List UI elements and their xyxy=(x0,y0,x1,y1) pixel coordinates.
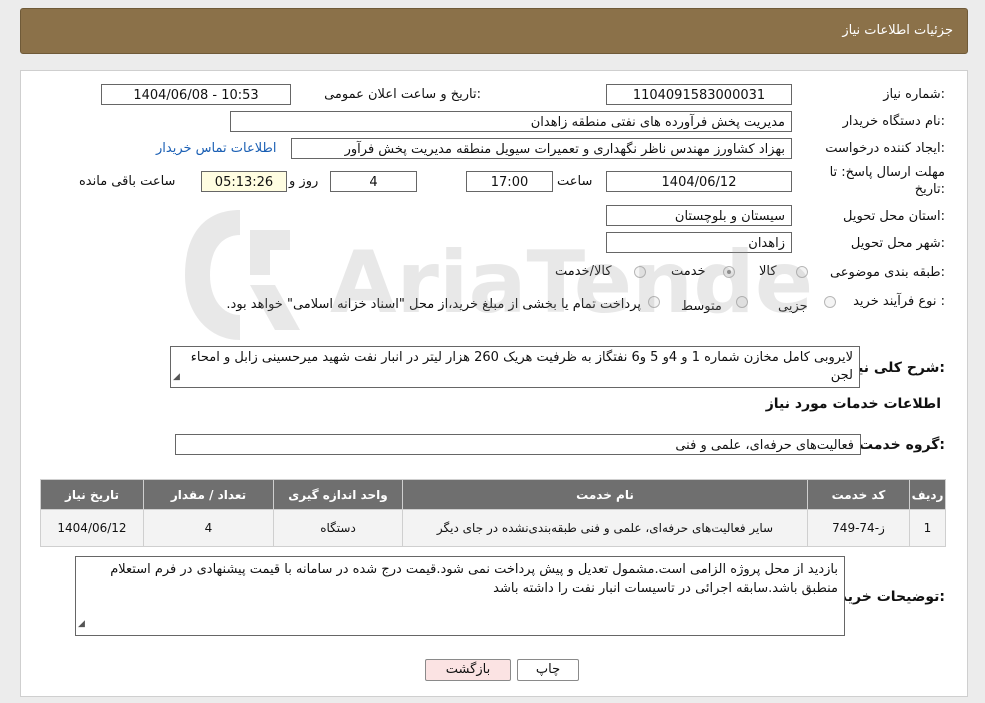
resize-grip-icon[interactable]: ◢ xyxy=(78,615,85,634)
buyer-notes-text: بازدید از محل پروژه الزامی است.مشمول تعد… xyxy=(110,562,838,596)
buyer-org-label: نام دستگاه خریدار: xyxy=(842,114,945,129)
services-heading: اطلاعات خدمات مورد نیاز xyxy=(765,396,941,412)
need-number-label: شماره نیاز: xyxy=(883,87,945,102)
cell-qty: 4 xyxy=(143,509,274,547)
days-label: روز و xyxy=(289,174,319,189)
col-row-header: ردیف xyxy=(909,479,946,510)
buyer-notes-textarea[interactable]: بازدید از محل پروژه الزامی است.مشمول تعد… xyxy=(75,556,845,636)
col-unit-header: واحد اندازه گیری xyxy=(273,479,403,510)
deadline-date-field: 1404/06/12 xyxy=(606,171,792,192)
city-field: زاهدان xyxy=(606,232,792,253)
service-group-field: فعالیت‌های حرفه‌ای، علمی و فنی xyxy=(175,434,861,455)
buyer-contact-link[interactable]: اطلاعات تماس خریدار xyxy=(156,141,276,156)
need-number-field: 1104091583000031 xyxy=(606,84,792,105)
category-goods-service-label: کالا/خدمت xyxy=(555,264,612,279)
buyer-org-field: مدیریت پخش فرآورده های نفتی منطقه زاهدان xyxy=(230,111,792,132)
cell-name: سایر فعالیت‌های حرفه‌ای، علمی و فنی طبقه… xyxy=(402,509,808,547)
deadline-time-field: 17:00 xyxy=(466,171,553,192)
category-goods-radio[interactable] xyxy=(796,266,808,278)
announce-date-label: تاریخ و ساعت اعلان عمومی: xyxy=(324,87,481,102)
process-small-radio[interactable] xyxy=(824,296,836,308)
process-medium-radio[interactable] xyxy=(736,296,748,308)
province-label: استان محل تحویل: xyxy=(843,209,945,224)
province-field: سیستان و بلوچستان xyxy=(606,205,792,226)
creator-label: ایجاد کننده درخواست: xyxy=(825,141,945,156)
col-qty-header: تعداد / مقدار xyxy=(143,479,274,510)
table-row: 1 ز-74-749 سایر فعالیت‌های حرفه‌ای، علمی… xyxy=(40,509,946,547)
summary-textarea[interactable]: لایروبی کامل مخازن شماره 1 و 4و 5 و6 نفت… xyxy=(170,346,860,388)
announce-date-field: 1404/06/08 - 10:53 xyxy=(101,84,291,105)
table-header-row: ردیف کد خدمت نام خدمت واحد اندازه گیری ت… xyxy=(40,479,946,510)
creator-field: بهزاد کشاورز مهندس ناظر نگهداری و تعمیرا… xyxy=(291,138,792,159)
process-treasury-checkbox[interactable] xyxy=(648,296,660,308)
services-table: ردیف کد خدمت نام خدمت واحد اندازه گیری ت… xyxy=(40,479,946,547)
time-label: ساعت xyxy=(557,174,593,189)
col-name-header: نام خدمت xyxy=(402,479,808,510)
page-title: جزئیات اطلاعات نیاز xyxy=(842,23,953,38)
back-button[interactable]: بازگشت xyxy=(425,659,511,681)
deadline-label: مهلت ارسال پاسخ: تا xyxy=(829,165,945,180)
service-group-label: گروه خدمت: xyxy=(859,437,945,453)
category-goods-service-radio[interactable] xyxy=(634,266,646,278)
col-code-header: کد خدمت xyxy=(807,479,910,510)
summary-text: لایروبی کامل مخازن شماره 1 و 4و 5 و6 نفت… xyxy=(190,350,853,383)
details-panel: شماره نیاز: 1104091583000031 تاریخ و ساع… xyxy=(20,70,968,697)
cell-date: 1404/06/12 xyxy=(40,509,144,547)
print-button[interactable]: چاپ xyxy=(517,659,579,681)
remaining-time-field: 05:13:26 xyxy=(201,171,287,192)
cell-unit: دستگاه xyxy=(273,509,403,547)
deadline-date-label: تاریخ: xyxy=(914,182,945,197)
days-field: 4 xyxy=(330,171,417,192)
process-small-label: جزیی xyxy=(778,299,808,314)
city-label: شهر محل تحویل: xyxy=(850,236,945,251)
process-treasury-note: پرداخت تمام یا بخشی از مبلغ خرید،از محل … xyxy=(226,297,641,312)
remaining-time-label: ساعت باقی مانده xyxy=(79,174,176,189)
page-header: جزئیات اطلاعات نیاز xyxy=(20,8,968,54)
category-label: طبقه بندی موضوعی: xyxy=(829,265,945,280)
process-medium-label: متوسط xyxy=(681,299,722,314)
category-service-label: خدمت xyxy=(671,264,706,279)
cell-code: ز-74-749 xyxy=(807,509,910,547)
resize-grip-icon[interactable]: ◢ xyxy=(173,368,180,386)
cell-row: 1 xyxy=(909,509,946,547)
col-date-header: تاریخ نیاز xyxy=(40,479,144,510)
process-label: نوع فرآیند خرید : xyxy=(853,294,945,309)
category-goods-label: کالا xyxy=(759,264,777,279)
category-service-radio[interactable] xyxy=(723,266,735,278)
